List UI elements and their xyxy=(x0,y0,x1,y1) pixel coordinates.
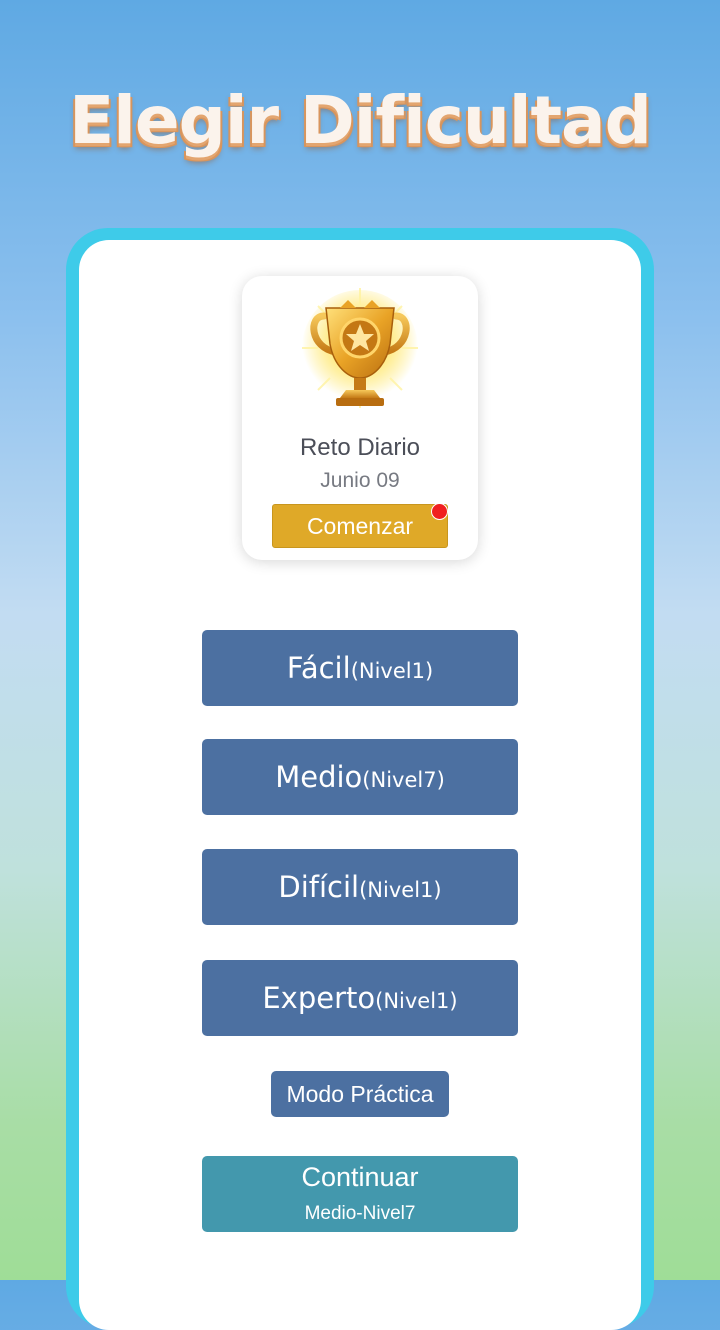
level-number: (Nivel7) xyxy=(362,768,445,792)
practice-mode-button[interactable]: Modo Práctica xyxy=(271,1071,449,1117)
level-button-expert[interactable]: Experto(Nivel1) xyxy=(202,960,518,1036)
notification-dot xyxy=(431,503,448,520)
start-button[interactable]: Comenzar xyxy=(272,504,448,548)
level-button-hard[interactable]: Difícil(Nivel1) xyxy=(202,849,518,925)
level-number: (Nivel1) xyxy=(359,878,442,902)
level-name: Fácil xyxy=(286,651,351,685)
level-name: Medio xyxy=(275,760,363,794)
daily-challenge-date: Junio 09 xyxy=(320,469,400,492)
daily-challenge-card[interactable]: Reto Diario Junio 09 Comenzar xyxy=(242,276,478,560)
level-number: (Nivel1) xyxy=(375,989,458,1013)
daily-challenge-title: Reto Diario xyxy=(299,434,421,461)
continue-button[interactable]: Continuar Medio-Nivel7 xyxy=(202,1156,518,1232)
continue-level-label: Medio-Nivel7 xyxy=(304,1203,416,1224)
level-number: (Nivel1) xyxy=(350,659,434,683)
continue-label: Continuar xyxy=(301,1162,419,1192)
level-button-easy[interactable]: Fácil(Nivel1) xyxy=(202,630,518,706)
level-name: Experto xyxy=(262,981,376,1015)
level-button-medium[interactable]: Medio(Nivel7) xyxy=(202,739,518,815)
level-name: Difícil xyxy=(278,870,360,904)
page-title: Elegir Dificultad xyxy=(69,82,652,159)
trophy-icon xyxy=(302,288,418,408)
